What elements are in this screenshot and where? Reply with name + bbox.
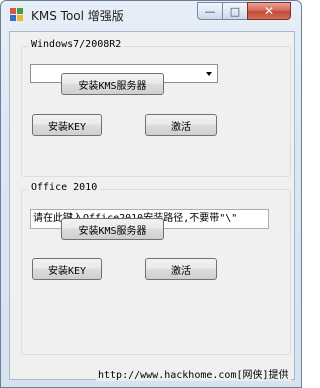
maximize-button[interactable]: □: [222, 2, 248, 20]
app-window: KMS Tool 增强版 — □ ✕ Windows7/2008R2 Offic…: [0, 0, 302, 388]
minimize-icon: —: [204, 4, 216, 18]
dropdown-arrow-icon[interactable]: [206, 72, 212, 76]
office-install-kms-server-button[interactable]: 安装KMS服务器: [61, 218, 164, 240]
maximize-icon: □: [229, 4, 241, 18]
office-install-key-button[interactable]: 安装KEY: [32, 258, 102, 280]
windows-install-kms-server-button[interactable]: 安装KMS服务器: [61, 73, 164, 95]
windows-activate-button[interactable]: 激活: [145, 114, 217, 136]
window-title: KMS Tool 增强版: [31, 9, 124, 23]
office-activate-button[interactable]: 激活: [145, 258, 217, 280]
close-icon: ✕: [263, 4, 275, 18]
office-group-legend: Office 2010: [28, 182, 101, 193]
windows-install-key-button[interactable]: 安装KEY: [32, 114, 102, 136]
title-bar[interactable]: KMS Tool 增强版 — □ ✕: [1, 1, 301, 29]
window-controls: — □ ✕: [197, 2, 297, 20]
app-icon: [10, 8, 24, 22]
minimize-button[interactable]: —: [197, 2, 223, 20]
close-button[interactable]: ✕: [247, 2, 291, 20]
windows-group-legend: Windows7/2008R2: [28, 39, 125, 50]
watermark-text: http://www.hackhome.com[网侠]提供: [96, 366, 291, 381]
